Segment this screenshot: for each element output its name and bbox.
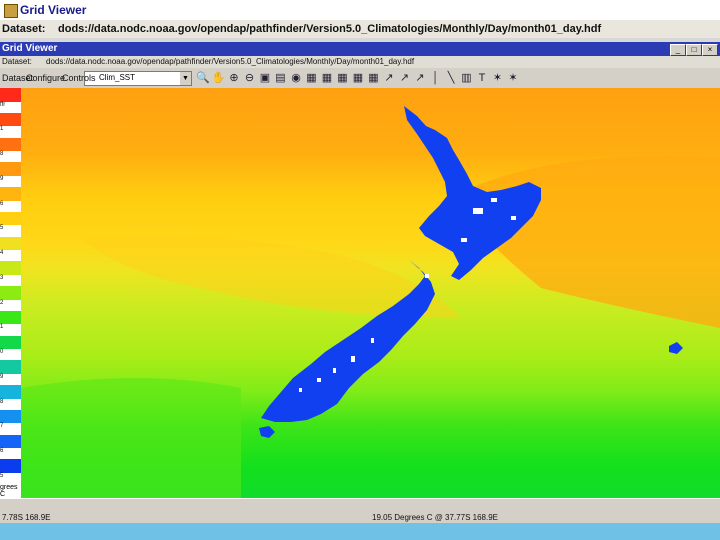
marker-icon[interactable]: ✶ <box>506 71 520 85</box>
line-icon[interactable]: ╲ <box>444 71 458 85</box>
arrow-icon[interactable]: ↗ <box>398 71 412 85</box>
map-icon[interactable]: ▦ <box>305 71 319 85</box>
variable-select-value: Clim_SST <box>99 73 136 82</box>
arrow-icon[interactable]: ↗ <box>382 71 396 85</box>
map-icon[interactable]: ▦ <box>351 71 365 85</box>
outer-dataset-row: Dataset: dods://data.nodc.noaa.gov/opend… <box>0 20 720 39</box>
legend-tick: 6 <box>0 448 4 455</box>
legend-tick: ffr <box>0 101 6 108</box>
grid-icon[interactable]: ▥ <box>460 71 474 85</box>
globe-icon[interactable]: ◉ <box>289 71 303 85</box>
close-button[interactable]: × <box>702 44 718 56</box>
inner-dataset-path[interactable]: dods://data.nodc.noaa.gov/opendap/pathfi… <box>46 57 414 66</box>
legend-tick: 6 <box>0 200 4 207</box>
legend-swatch <box>0 162 21 176</box>
text-icon[interactable]: T <box>475 71 489 85</box>
menu-controls[interactable]: Controls <box>62 73 96 83</box>
arrow-icon[interactable]: ↗ <box>413 71 427 85</box>
print-icon[interactable]: ▤ <box>274 71 288 85</box>
status-bar: 7.78S 168.9E 19.05 Degrees C @ 37.77S 16… <box>0 498 720 524</box>
legend-tick: 0 <box>0 349 4 356</box>
legend-tick: 8 <box>0 151 4 158</box>
cool-zone <box>21 378 241 498</box>
variable-select[interactable]: Clim_SST ▼ <box>84 71 192 86</box>
hand-icon[interactable]: ✋ <box>212 71 226 85</box>
value-readout: 19.05 Degrees C @ 37.77S 168.9E <box>372 513 498 522</box>
app-icon <box>4 4 18 18</box>
inner-window-title: Grid Viewer <box>2 43 58 54</box>
chevron-down-icon[interactable]: ▼ <box>180 72 191 85</box>
outer-dataset-path[interactable]: dods://data.nodc.noaa.gov/opendap/pathfi… <box>58 23 601 35</box>
legend-tick: 5 <box>0 225 4 232</box>
legend-tick: 8 <box>0 398 4 405</box>
map-icon[interactable]: ▦ <box>336 71 350 85</box>
legend-tick: 9 <box>0 175 4 182</box>
legend-swatch <box>0 137 21 152</box>
legend-swatch <box>0 88 21 102</box>
legend-tick: 3 <box>0 274 4 281</box>
legend-tick: 1 <box>0 324 4 331</box>
legend-tick: 7 <box>0 423 4 430</box>
color-legend: ffr 1 8 9 6 5 4 3 2 1 0 9 8 7 6 5 <box>0 88 22 498</box>
maximize-button[interactable]: □ <box>686 44 702 56</box>
legend-swatch <box>0 385 21 399</box>
zoom-in-icon[interactable]: ⊕ <box>227 71 241 85</box>
legend-swatch <box>0 434 21 449</box>
menu-configure[interactable]: Configure <box>26 73 65 83</box>
cursor-coordinate: 7.78S 168.9E <box>2 513 51 522</box>
bottom-map-strip <box>0 523 720 540</box>
zoom-out-icon[interactable]: ⊖ <box>243 71 257 85</box>
legend-units: grees C <box>0 484 21 498</box>
legend-swatch <box>0 360 21 374</box>
map-icon[interactable]: ▦ <box>367 71 381 85</box>
map-icon[interactable]: ▦ <box>320 71 334 85</box>
map-view[interactable] <box>21 88 720 498</box>
save-icon[interactable]: ▣ <box>258 71 272 85</box>
legend-swatch <box>0 459 21 473</box>
legend-swatch <box>0 286 21 300</box>
legend-swatch <box>0 409 21 424</box>
legend-swatch <box>0 112 21 127</box>
legend-swatch <box>0 335 21 350</box>
inner-dataset-row: Dataset: dods://data.nodc.noaa.gov/opend… <box>0 56 720 68</box>
legend-swatch <box>0 211 21 226</box>
inner-dataset-label: Dataset: <box>2 57 32 66</box>
minimize-button[interactable]: _ <box>670 44 686 56</box>
legend-swatch <box>0 236 21 251</box>
inner-title-bar: Grid Viewer _ □ × <box>0 42 720 56</box>
toolbar: Dataset Configure Clim_SST ▼ Controls 🔍 ✋… <box>0 68 720 89</box>
legend-tick: 1 <box>0 126 4 133</box>
magnify-icon[interactable]: 🔍 <box>196 71 210 85</box>
pointer-icon[interactable]: │ <box>429 71 443 85</box>
outer-dataset-label: Dataset: <box>2 23 46 35</box>
sst-map[interactable] <box>21 88 720 498</box>
legend-swatch <box>0 310 21 325</box>
legend-swatch <box>0 187 21 201</box>
legend-tick: 4 <box>0 250 4 257</box>
legend-tick: 2 <box>0 299 4 306</box>
outer-window-title: Grid Viewer <box>20 3 87 17</box>
legend-tick: 9 <box>0 373 4 380</box>
legend-swatch <box>0 261 21 275</box>
outer-title-bar: Grid Viewer <box>0 0 720 20</box>
legend-tick: 5 <box>0 472 4 479</box>
marker-icon[interactable]: ✶ <box>491 71 505 85</box>
